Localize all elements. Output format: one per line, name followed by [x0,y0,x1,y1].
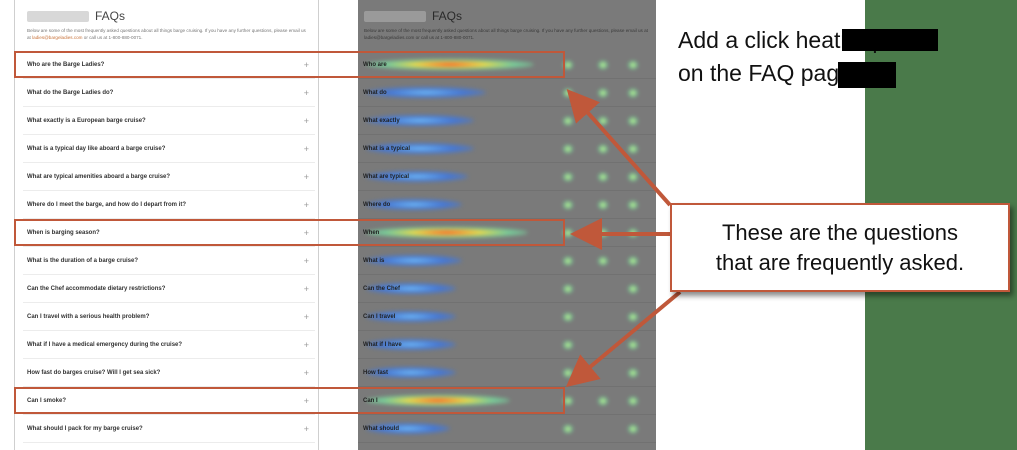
note-line-2: on the FAQ page [678,60,852,86]
arrow-to-bottom-row [565,290,682,388]
arrow-to-top-row [566,89,672,207]
redaction-bar-top [842,29,938,51]
redaction-bar-bottom [838,62,896,88]
callout-box: These are the questions that are frequen… [670,203,1010,292]
